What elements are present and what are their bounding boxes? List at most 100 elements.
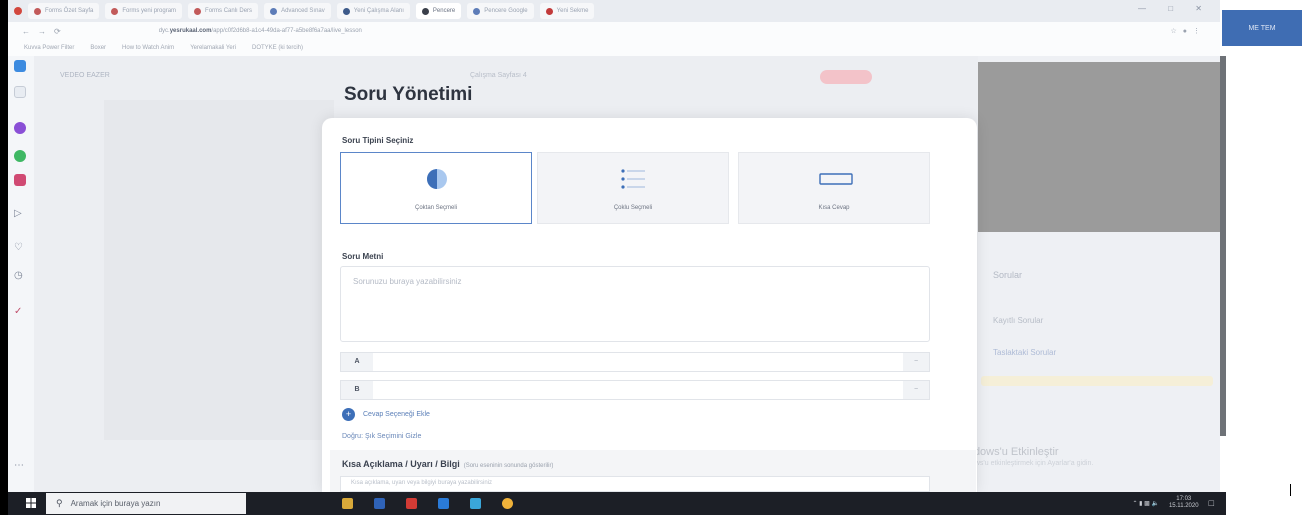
type-card-label: Kısa Cevap xyxy=(818,205,850,211)
taskbar-clock[interactable]: 17:03 15.11.2020 xyxy=(1169,496,1199,510)
right-blank-area xyxy=(1226,46,1302,515)
question-list: Sorular Kayıtlı Sorular Taslaktaki Sorul… xyxy=(975,256,1219,436)
tab-favicon-icon xyxy=(270,7,278,15)
info-input[interactable]: Kısa açıklama, uyarı veya bilgiyi buraya… xyxy=(340,476,930,492)
sidebar-extension-icon[interactable]: ✓ xyxy=(14,306,26,318)
tray-icons[interactable]: ⌃ ▮ ▩ 🔈 xyxy=(1132,500,1158,507)
url-domain: yesrukaal.com xyxy=(169,28,212,34)
type-card-multi-select[interactable]: Çoklu Seçmeli xyxy=(537,152,729,224)
browser-tab[interactable]: Forms Özet Sayfa xyxy=(28,3,100,19)
chrome-icon[interactable] xyxy=(502,498,513,509)
taskbar-app-icon[interactable] xyxy=(438,498,449,509)
type-card-multiple-choice[interactable]: Çoktan Seçmeli xyxy=(340,152,532,224)
tab-label: Yeni Sekme xyxy=(556,8,589,14)
type-card-label: Çoklu Seçmeli xyxy=(613,205,653,211)
sidebar-app-icon[interactable] xyxy=(14,60,26,72)
sidebar-app-icon[interactable] xyxy=(14,174,26,186)
taskbar-search[interactable]: ⚲ Aramak için buraya yazın xyxy=(46,493,246,514)
browser-tab[interactable]: Yeni Çalışma Alanı xyxy=(336,3,410,19)
sidebar-heart-icon[interactable]: ♡ xyxy=(14,242,26,254)
tab-favicon-icon xyxy=(473,7,481,15)
tab-favicon-icon xyxy=(342,7,350,15)
add-option-button[interactable]: + Cevap Seçeneği Ekle xyxy=(342,408,430,421)
bookmark-item[interactable]: Kuvva Power Filter xyxy=(24,45,74,51)
tab-favicon-icon xyxy=(194,7,202,15)
sidebar-app-icon[interactable] xyxy=(14,122,26,134)
windows-taskbar: ⚲ Aramak için buraya yazın ⌃ ▮ ▩ 🔈 17:03… xyxy=(8,492,1226,515)
text-box-icon xyxy=(819,173,853,185)
browser-tab[interactable]: Forms Canlı Ders xyxy=(188,3,259,19)
type-card-short-answer[interactable]: Kısa Cevap xyxy=(738,152,930,224)
option-letter: B xyxy=(341,381,373,399)
browser-sidebar: ▷ ♡ ◷ ✓ ⋯ xyxy=(8,56,35,492)
side-panel-title: Sorular xyxy=(993,270,1023,280)
left-content-panel xyxy=(104,100,334,440)
checklist-icon xyxy=(621,169,645,189)
clock-date: 15.11.2020 xyxy=(1168,503,1199,509)
add-option-label: Cevap Seçeneği Ekle xyxy=(363,411,430,418)
toggle-choice-link[interactable]: Doğru: Şık Seçimini Gizle xyxy=(342,433,421,440)
course-name: VEDEO EAZER xyxy=(60,72,110,79)
option-row[interactable]: B − xyxy=(340,380,930,400)
file-explorer-icon[interactable] xyxy=(342,498,353,509)
tab-label: Pencere Google xyxy=(484,8,528,14)
sidebar-clock-icon[interactable]: ◷ xyxy=(14,270,26,282)
sidebar-play-icon[interactable]: ▷ xyxy=(14,208,26,220)
sidebar-app-icon[interactable] xyxy=(14,150,26,162)
url-field[interactable]: dyc. yesrukaal.com/app/c0f2d6b8-a1c4-49da… xyxy=(159,25,859,37)
type-section-label: Soru Tipini Seçiniz xyxy=(342,136,414,145)
url-prefix: dyc. xyxy=(158,28,170,34)
live-pill[interactable] xyxy=(820,70,872,84)
browser-logo-icon xyxy=(14,7,22,15)
sidebar-app-icon[interactable] xyxy=(14,86,26,98)
pdf-reader-icon[interactable] xyxy=(406,498,417,509)
browser-tab-strip: Forms Özet Sayfa Forms yeni program Form… xyxy=(8,0,1220,22)
tab-favicon-icon xyxy=(34,7,41,15)
badge-text: ME TEM xyxy=(1248,24,1276,32)
browser-tab[interactable]: Pencere Google xyxy=(467,3,534,19)
info-hint: (Soru eseninin sonunda gösterilir) xyxy=(463,463,554,469)
taskbar-app-icon[interactable] xyxy=(470,498,481,509)
option-remove-icon[interactable]: − xyxy=(903,353,929,371)
worksheet-tab[interactable]: Çalışma Sayfası 4 xyxy=(470,72,527,79)
windows-start-icon[interactable] xyxy=(26,498,36,508)
browser-address-bar: ←→⟳ dyc. yesrukaal.com/app/c0f2d6b8-a1c4-… xyxy=(8,22,1220,40)
browser-tab[interactable]: Advanced Sınav xyxy=(264,3,331,19)
saved-questions-label[interactable]: Kayıtlı Sorular xyxy=(993,316,1043,325)
nav-arrows-icon[interactable]: ←→⟳ xyxy=(22,27,69,36)
draft-questions-label[interactable]: Taslaktaki Sorular xyxy=(993,348,1056,357)
notification-icon[interactable]: □ xyxy=(1209,498,1214,508)
toolbar-icons[interactable]: ☆●⋮ xyxy=(1170,27,1206,35)
tab-label: Advanced Sınav xyxy=(281,8,325,14)
clock-time: 17:03 xyxy=(1176,496,1192,502)
text-section-label: Soru Metni xyxy=(342,252,384,261)
screen: Forms Özet Sayfa Forms yeni program Form… xyxy=(0,0,1302,515)
tab-favicon-icon xyxy=(111,7,119,15)
bookmarks-bar: Kuvva Power Filter Boxer How to Watch An… xyxy=(8,40,1220,57)
search-icon: ⚲ xyxy=(56,498,63,508)
bookmark-item[interactable]: DOTYKE (ki tercih) xyxy=(252,45,303,51)
type-card-label: Çoktan Seçmeli xyxy=(414,205,458,211)
taskbar-search-text: Aramak için buraya yazın xyxy=(70,499,161,508)
modal-title: Soru Yönetimi xyxy=(344,84,473,105)
bookmark-item[interactable]: How to Watch Anim xyxy=(122,45,174,51)
taskbar-app-icon[interactable] xyxy=(374,498,385,509)
tab-label: Pencere xyxy=(432,8,456,14)
bookmark-item[interactable]: Boxer xyxy=(90,45,106,51)
browser-tab[interactable]: Forms yeni program xyxy=(105,3,183,19)
tab-favicon-icon xyxy=(421,7,429,15)
video-preview xyxy=(978,62,1220,232)
tab-favicon-icon xyxy=(545,7,553,15)
option-row[interactable]: A − xyxy=(340,352,930,372)
bookmark-item[interactable]: Yerelamakali Yeri xyxy=(190,45,236,51)
question-text-input[interactable]: Sorunuzu buraya yazabilirsiniz xyxy=(340,266,930,342)
browser-tab[interactable]: Yeni Sekme xyxy=(539,3,595,19)
browser-tab-active[interactable]: Pencere xyxy=(415,3,462,19)
right-divider xyxy=(1290,484,1291,496)
option-remove-icon[interactable]: − xyxy=(903,381,929,399)
plus-icon: + xyxy=(342,408,355,421)
sidebar-more-icon[interactable]: ⋯ xyxy=(14,460,26,472)
external-window-badge: ME TEM xyxy=(1222,10,1302,46)
url-path: /app/c0f2d6b8-a1c4-49da-af77-a5be8f6a7aa… xyxy=(211,28,362,34)
window-controls[interactable]: — □ ✕ xyxy=(1138,4,1212,13)
